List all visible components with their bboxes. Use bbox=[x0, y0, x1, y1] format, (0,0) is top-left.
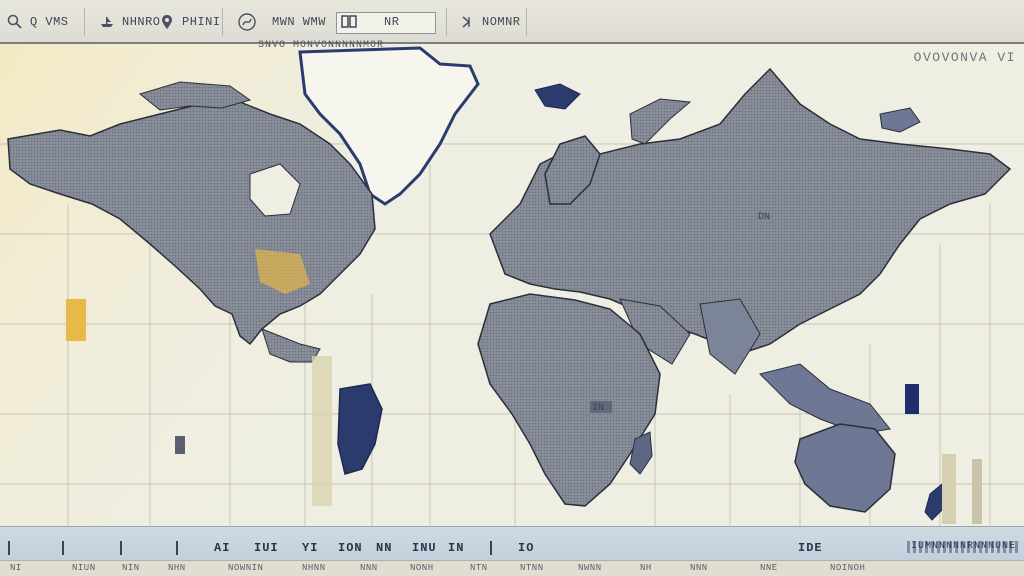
status-item: NH bbox=[640, 563, 652, 573]
landmass-novaya-zemlya bbox=[629, 98, 692, 145]
toolbar-divider bbox=[526, 8, 527, 36]
timeline-label[interactable]: IN bbox=[448, 541, 464, 555]
map-place-label: DN bbox=[758, 212, 770, 223]
toolbar-item-search[interactable]: Q VMS bbox=[6, 10, 69, 34]
timeline-tick bbox=[120, 541, 122, 555]
status-item: NNN bbox=[690, 563, 708, 573]
timeline-label[interactable]: YI bbox=[302, 541, 318, 555]
timeline-label[interactable]: IUI bbox=[254, 541, 279, 555]
timeline-label[interactable]: NN bbox=[376, 541, 392, 555]
toolbar-item-label: NR bbox=[384, 15, 400, 29]
map-title: SNVO MONVONNNNNMOR bbox=[258, 40, 385, 51]
toolbar-item-label: Q VMS bbox=[30, 15, 69, 29]
status-item: NOWNIN bbox=[228, 563, 264, 573]
status-item: NWNN bbox=[578, 563, 602, 573]
landmass-south-america bbox=[337, 383, 383, 475]
timeline-bar[interactable]: AI IUI YI ION NN INU IN IO IDE IUMNNNNNR… bbox=[0, 526, 1024, 560]
toolbar-item-label: NHNRO bbox=[122, 15, 161, 29]
pin-icon bbox=[158, 13, 176, 31]
toolbar-item-label: NOMNR bbox=[482, 15, 521, 29]
toolbar-divider bbox=[84, 8, 85, 36]
timeline-tick bbox=[8, 541, 10, 555]
timeline-tick bbox=[62, 541, 64, 555]
status-item: NHN bbox=[168, 563, 186, 573]
timeline-label[interactable]: IO bbox=[518, 541, 534, 555]
map-corner-label: OVOVONVA VI bbox=[913, 50, 1016, 65]
toolbar-item-label: PHINI bbox=[182, 15, 221, 29]
time-icon bbox=[458, 13, 476, 31]
status-item: NNN bbox=[360, 563, 378, 573]
timeline-label[interactable]: ION bbox=[338, 541, 363, 555]
status-bar: NI NIUN NIN NHN NOWNIN NHNN NNN NONH NTN… bbox=[0, 560, 1024, 576]
timeline-tick bbox=[490, 541, 492, 555]
map-place-label: IN bbox=[592, 403, 604, 414]
timeline-legend: IUMNNNNNRNNNUNE bbox=[906, 541, 1020, 553]
world-map[interactable]: DN IN bbox=[0, 44, 1024, 526]
status-item: NHNN bbox=[302, 563, 326, 573]
toolbar-divider bbox=[222, 8, 223, 36]
toolbar: Q VMS NHNRO PHINI MWN WMW NR NOMNR bbox=[0, 0, 1024, 44]
status-item: NTN bbox=[470, 563, 488, 573]
route-icon bbox=[236, 11, 258, 33]
status-item: NIN bbox=[122, 563, 140, 573]
landmass-iceland bbox=[534, 83, 581, 110]
toolbar-item-ships[interactable]: NHNRO bbox=[98, 10, 161, 34]
status-item: NOINOH bbox=[830, 563, 866, 573]
timeline-label[interactable]: AI bbox=[214, 541, 230, 555]
status-item: NNE bbox=[760, 563, 778, 573]
landmass-australia bbox=[794, 423, 896, 513]
status-item: NI bbox=[10, 563, 22, 573]
status-item: NTNN bbox=[520, 563, 544, 573]
toolbar-item-label: MWN WMW bbox=[272, 15, 326, 29]
toolbar-item-time[interactable]: NOMNR bbox=[458, 10, 521, 34]
toolbar-item-layers[interactable]: NR bbox=[340, 10, 399, 34]
status-item: NONH bbox=[410, 563, 434, 573]
toolbar-item-route[interactable]: MWN WMW bbox=[236, 10, 326, 34]
timeline-label[interactable]: IDE bbox=[798, 541, 823, 555]
ship-icon bbox=[98, 13, 116, 31]
status-item: NIUN bbox=[72, 563, 96, 573]
toolbar-item-pins[interactable]: PHINI bbox=[158, 10, 221, 34]
toolbar-divider bbox=[446, 8, 447, 36]
timeline-tick bbox=[176, 541, 178, 555]
world-map-canvas[interactable]: DN IN bbox=[0, 44, 1024, 526]
timeline-label[interactable]: INU bbox=[412, 541, 437, 555]
search-icon bbox=[6, 13, 24, 31]
layers-icon bbox=[340, 13, 358, 31]
landmass-japan bbox=[879, 107, 921, 133]
